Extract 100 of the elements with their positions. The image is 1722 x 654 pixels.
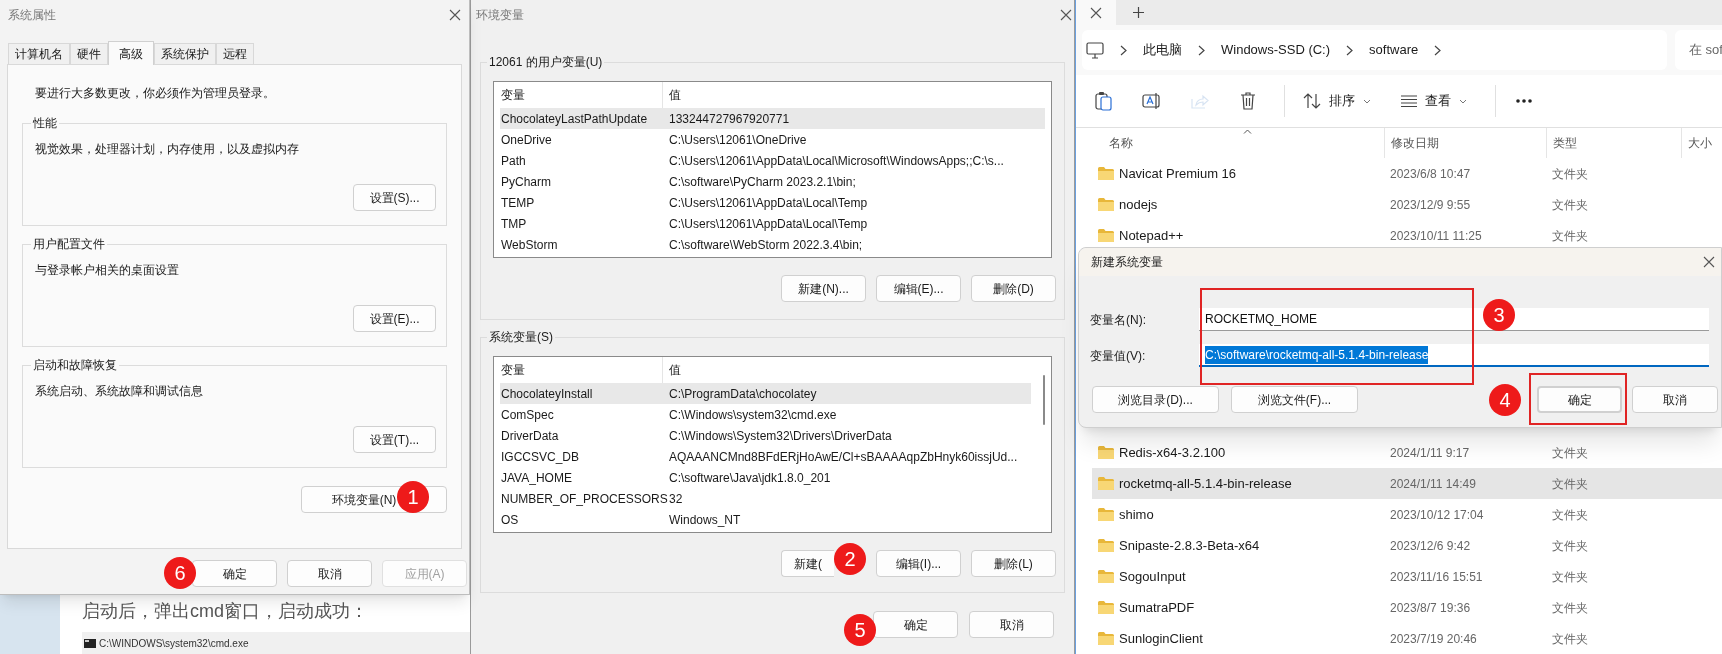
- column-header[interactable]: 类型: [1546, 128, 1681, 158]
- dialog-button[interactable]: 删除(D): [971, 275, 1056, 302]
- variable-name: TMP: [500, 215, 528, 233]
- list-row[interactable]: ChocolateyInstall C:\ProgramData\chocolatey: [500, 383, 1031, 404]
- list-row[interactable]: PyCharm C:\software\PyCharm 2023.2.1\bin;: [500, 171, 1045, 192]
- dialog-button[interactable]: 取消: [1632, 386, 1718, 413]
- folder-icon: [1097, 569, 1115, 584]
- dialog-button[interactable]: 取消: [969, 611, 1054, 638]
- variable-value: C:\Users\12061\OneDrive: [668, 131, 808, 149]
- chevron-right-icon[interactable]: [1198, 44, 1205, 56]
- variable-value: C:\software\WebStorm 2022.3.4\bin;: [668, 236, 864, 254]
- tab[interactable]: 远程: [216, 43, 254, 64]
- list-view-icon: [1401, 95, 1417, 107]
- file-name: Redis-x64-3.2.100: [1119, 443, 1227, 462]
- file-row[interactable]: Redis-x64-3.2.100 2024/1/11 9:17 文件夹: [1092, 437, 1722, 468]
- file-type: 文件夹: [1551, 227, 1588, 245]
- breadcrumb-item[interactable]: Windows-SSD (C:): [1221, 40, 1331, 60]
- toolbar-button[interactable]: 查看: [1391, 83, 1477, 119]
- close-icon[interactable]: [1090, 6, 1102, 19]
- file-row[interactable]: shimo 2023/10/12 17:04 文件夹: [1092, 499, 1722, 530]
- caret-icon: [1363, 98, 1371, 104]
- file-row[interactable]: Notepad++ 2023/10/11 11:25 文件夹: [1092, 220, 1722, 251]
- group-title: 12061 的用户变量(U): [487, 54, 605, 70]
- list-row[interactable]: ComSpec C:\Windows\system32\cmd.exe: [500, 404, 1031, 425]
- sort-caret-icon: [1243, 129, 1252, 134]
- modified-date: 2023/10/12 17:04: [1389, 506, 1485, 524]
- dialog-button[interactable]: 浏览目录(D)...: [1092, 386, 1219, 413]
- column-header[interactable]: 值: [663, 82, 1045, 108]
- file-name: Notepad++: [1119, 226, 1185, 245]
- modified-date: 2023/7/19 20:46: [1389, 630, 1478, 648]
- file-type: 文件夹: [1551, 196, 1588, 214]
- file-row[interactable]: Navicat Premium 16 2023/6/8 10:47 文件夹: [1092, 158, 1722, 189]
- console-icon: [84, 638, 96, 648]
- list-row[interactable]: OneDrive C:\Users\12061\OneDrive: [500, 129, 1045, 150]
- dialog-button[interactable]: 确定: [192, 560, 277, 587]
- chevron-right-icon[interactable]: [1120, 44, 1127, 56]
- computer-icon[interactable]: [1086, 41, 1104, 59]
- settings-button[interactable]: 设置(E)...: [353, 305, 436, 332]
- window-title: 新建系统变量: [1091, 254, 1163, 271]
- list-row[interactable]: Path C:\Users\12061\AppData\Local\Microsoft\WindowsApps;;C:\s...: [500, 150, 1045, 171]
- file-row[interactable]: nodejs 2023/12/9 9:55 文件夹: [1092, 189, 1722, 220]
- scrollbar-thumb[interactable]: [1043, 375, 1045, 425]
- dialog-button[interactable]: 新建(N)...: [781, 275, 866, 302]
- file-row[interactable]: rocketmq-all-5.1.4-bin-release 2024/1/11 14:49 文件夹: [1092, 468, 1722, 499]
- file-type: 文件夹: [1551, 537, 1588, 555]
- list-row[interactable]: IGCCSVC_DB AQAAANCMnd8BFdERjHoAwE/Cl+sBAAAAqpZbHnyk60issjUd...: [500, 446, 1031, 467]
- dialog-button[interactable]: 编辑(E)...: [876, 275, 961, 302]
- list-row[interactable]: DriverData C:\Windows\System32\Drivers\DriverData: [500, 425, 1031, 446]
- close-icon[interactable]: [449, 9, 461, 21]
- toolbar-button[interactable]: 排序: [1293, 83, 1381, 119]
- dialog-button[interactable]: 编辑(I)...: [876, 550, 961, 577]
- dialog-button[interactable]: 删除(L): [971, 550, 1056, 577]
- chevron-right-icon[interactable]: [1434, 44, 1442, 56]
- address-bar[interactable]: 此电脑 Windows-SSD (C:) software: [1082, 30, 1667, 70]
- file-name: SogouInput: [1119, 567, 1187, 586]
- tab[interactable]: 系统保护: [154, 43, 216, 64]
- tab[interactable]: 高级: [108, 41, 154, 65]
- column-header[interactable]: 值: [663, 357, 1031, 383]
- file-row[interactable]: Snipaste-2.8.3-Beta-x64 2023/12/6 9:42 文件夹: [1092, 530, 1722, 561]
- variable-value: C:\Users\12061\AppData\Local\Microsoft\WindowsApps;;C:\s...: [668, 152, 1005, 170]
- clipboard-icon[interactable]: [1095, 91, 1113, 111]
- variable-name: PyCharm: [500, 173, 552, 191]
- breadcrumb-item[interactable]: 此电脑: [1143, 40, 1182, 60]
- new-tab-icon[interactable]: [1132, 7, 1144, 18]
- article-text: 启动后，弹出cmd窗口，启动成功：: [82, 600, 369, 623]
- close-icon[interactable]: [1703, 256, 1715, 268]
- dialog-button[interactable]: 浏览文件(F)...: [1231, 386, 1358, 413]
- variable-value: C:\ProgramData\chocolatey: [668, 385, 818, 403]
- group-title: 系统变量(S): [487, 329, 555, 345]
- dialog-button[interactable]: 确定: [873, 611, 958, 638]
- list-row[interactable]: WebStorm C:\software\WebStorm 2022.3.4\bin;: [500, 234, 1045, 255]
- column-header[interactable]: 大小: [1681, 128, 1722, 158]
- list-row[interactable]: NUMBER_OF_PROCESSORS32: [500, 488, 1031, 509]
- settings-button[interactable]: 设置(S)...: [353, 184, 436, 211]
- list-row[interactable]: TMP C:\Users\12061\AppData\Local\Temp: [500, 213, 1045, 234]
- chevron-right-icon[interactable]: [1346, 44, 1354, 56]
- rename-icon[interactable]: [1142, 92, 1162, 110]
- list-row[interactable]: JAVA_HOME C:\software\Java\jdk1.8.0_201: [500, 467, 1031, 488]
- file-row[interactable]: SumatraPDF 2023/8/7 19:36 文件夹: [1092, 592, 1722, 623]
- close-icon[interactable]: [1060, 9, 1072, 21]
- column-header[interactable]: 名称: [1076, 128, 1384, 158]
- folder-icon: [1097, 600, 1115, 615]
- trash-icon[interactable]: [1240, 92, 1256, 110]
- settings-button[interactable]: 设置(T)...: [353, 426, 436, 453]
- tab[interactable]: 计算机名: [8, 43, 70, 64]
- variable-name: ComSpec: [500, 406, 555, 424]
- column-header[interactable]: 修改日期: [1384, 128, 1546, 158]
- variable-value: 32: [668, 490, 684, 508]
- tab[interactable]: 硬件: [70, 43, 108, 64]
- dialog-button[interactable]: 取消: [287, 560, 372, 587]
- input-field[interactable]: C:\software\rocketmq-all-5.1.4-bin-release: [1199, 344, 1709, 367]
- list-row[interactable]: OS Windows_NT: [500, 509, 1031, 530]
- breadcrumb-item[interactable]: software: [1369, 40, 1419, 60]
- more-icon[interactable]: [1516, 99, 1532, 103]
- file-row[interactable]: SunloginClient 2023/7/19 20:46 文件夹: [1092, 623, 1722, 654]
- file-row[interactable]: SogouInput 2023/11/16 15:51 文件夹: [1092, 561, 1722, 592]
- dialog-button[interactable]: 确定: [1537, 386, 1622, 413]
- list-row[interactable]: TEMP C:\Users\12061\AppData\Local\Temp: [500, 192, 1045, 213]
- list-row[interactable]: ChocolateyLastPathUpdate 133244727967920771: [500, 108, 1045, 129]
- dialog-button[interactable]: 新建(: [781, 550, 834, 577]
